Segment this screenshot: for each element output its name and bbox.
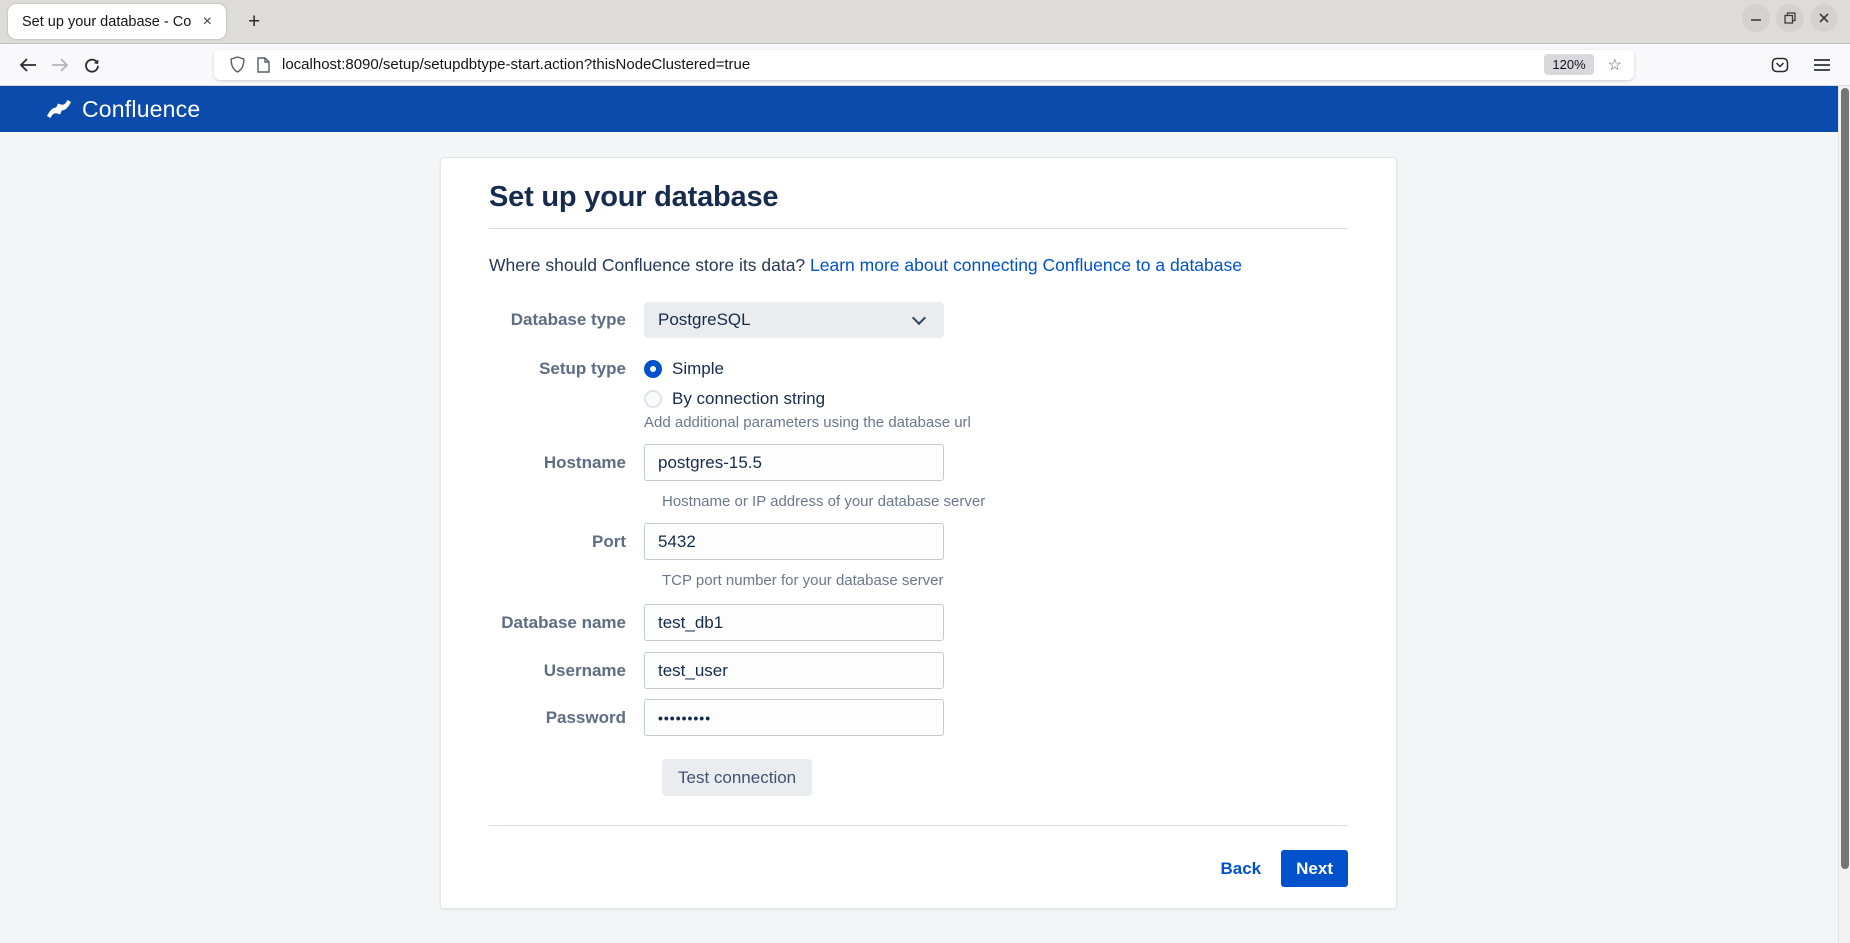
hostname-row: Hostname (489, 444, 1348, 481)
tab-close-icon[interactable]: × (199, 12, 216, 32)
password-input[interactable] (644, 699, 944, 736)
setup-type-option-connection-string[interactable]: By connection string (644, 386, 1348, 411)
password-row: Password (489, 699, 1348, 736)
password-label: Password (545, 707, 626, 727)
setup-type-label: Setup type (539, 359, 626, 378)
back-link[interactable]: Back (1221, 859, 1262, 879)
brand-wordmark: Confluence (82, 95, 201, 122)
setup-type-row: Setup type Simple By connection string A… (489, 356, 1348, 432)
setup-card: Set up your database Where should Conflu… (440, 157, 1397, 909)
back-button[interactable] (12, 49, 44, 81)
title-divider (489, 228, 1348, 229)
bookmark-star-icon[interactable]: ☆ (1604, 55, 1626, 75)
pocket-icon[interactable] (1764, 49, 1796, 81)
window-controls (1742, 4, 1838, 32)
database-type-value: PostgreSQL (658, 310, 751, 329)
hostname-help: Hostname or IP address of your database … (662, 493, 986, 510)
url-bar[interactable]: localhost:8090/setup/setupdbtype-start.a… (214, 49, 1634, 80)
database-type-select[interactable]: PostgreSQL (644, 302, 944, 338)
database-name-label: Database name (501, 612, 626, 632)
page-viewport: Confluence Set up your database Where sh… (0, 86, 1850, 943)
database-name-input[interactable] (644, 604, 944, 641)
close-window-button[interactable] (1810, 4, 1838, 32)
forward-button[interactable] (44, 49, 76, 81)
page-scrollbar[interactable] (1838, 86, 1850, 943)
radio-unselected-icon[interactable] (644, 389, 662, 408)
port-help: TCP port number for your database server (662, 572, 944, 589)
port-label: Port (592, 531, 626, 551)
username-input[interactable] (644, 652, 944, 689)
database-type-label: Database type (510, 310, 626, 329)
hostname-input[interactable] (644, 444, 944, 481)
username-label: Username (543, 660, 626, 680)
next-button[interactable]: Next (1281, 850, 1348, 887)
zoom-level-badge[interactable]: 120% (1544, 54, 1594, 75)
setup-type-help: Add additional parameters using the data… (644, 414, 971, 431)
tab-title: Set up your database - Confl (22, 13, 191, 30)
new-tab-button[interactable]: + (240, 8, 268, 36)
app-header: Confluence (0, 86, 1838, 132)
learn-more-link[interactable]: Learn more about connecting Confluence t… (810, 255, 1242, 275)
intro-text: Where should Confluence store its data? (489, 255, 811, 275)
browser-tab-bar: Set up your database - Confl × + (0, 0, 1850, 44)
radio-label-connection-string: By connection string (672, 388, 826, 408)
reload-button[interactable] (76, 49, 108, 81)
hostname-label: Hostname (543, 452, 626, 472)
port-row: Port (489, 523, 1348, 560)
url-text: localhost:8090/setup/setupdbtype-start.a… (282, 56, 751, 73)
browser-tab[interactable]: Set up your database - Confl × (8, 4, 226, 39)
database-type-row: Database type PostgreSQL (489, 302, 1348, 338)
page-title: Set up your database (489, 181, 779, 213)
test-connection-button[interactable]: Test connection (662, 759, 813, 796)
chevron-down-icon (911, 310, 927, 325)
username-row: Username (489, 652, 1348, 689)
toolbar-right (1764, 49, 1838, 81)
page-info-icon[interactable] (250, 53, 276, 77)
menu-hamburger-icon[interactable] (1806, 49, 1838, 81)
confluence-logo-icon (46, 97, 72, 121)
footer-divider (489, 825, 1348, 826)
setup-type-option-simple[interactable]: Simple (644, 356, 1348, 381)
scrollbar-thumb[interactable] (1841, 88, 1849, 869)
page-background: Set up your database Where should Conflu… (0, 157, 1838, 943)
restore-button[interactable] (1776, 4, 1804, 32)
browser-toolbar: localhost:8090/setup/setupdbtype-start.a… (0, 44, 1850, 86)
radio-selected-icon[interactable] (644, 359, 662, 378)
card-footer: Back Next (489, 850, 1348, 887)
radio-label-simple: Simple (672, 358, 724, 378)
minimize-button[interactable] (1742, 4, 1770, 32)
database-name-row: Database name (489, 604, 1348, 641)
tracking-shield-icon[interactable] (224, 53, 250, 77)
intro-paragraph: Where should Confluence store its data? … (489, 254, 1348, 276)
port-input[interactable] (644, 523, 944, 560)
